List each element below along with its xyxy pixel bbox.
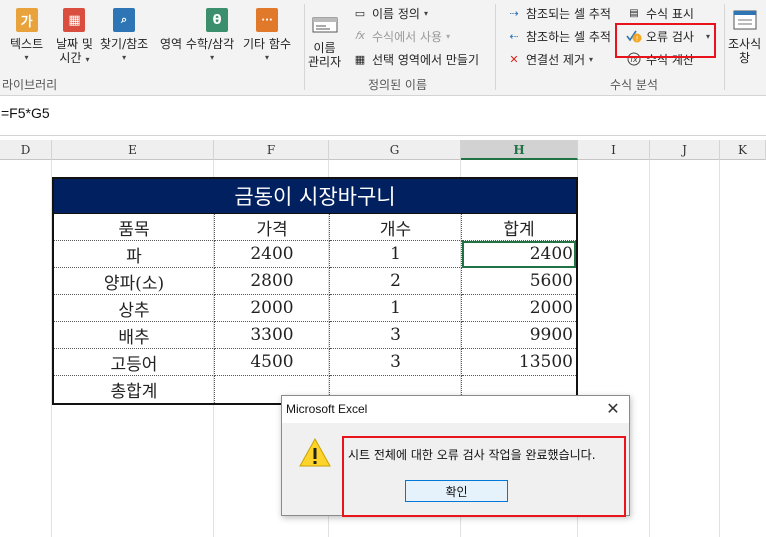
table-row-qty[interactable]: 1 (330, 295, 462, 322)
math-trig-label: 영역 수학/삼각 (160, 37, 235, 51)
table-row-item[interactable]: 고등어 (54, 349, 215, 376)
dialog-highlight (342, 436, 626, 517)
table-row-total[interactable]: 5600 (462, 268, 576, 295)
table-row-price[interactable]: 2800 (215, 268, 330, 295)
defined-names-group-label: 정의된 이름 (368, 78, 428, 92)
header-item[interactable]: 품목 (54, 214, 215, 241)
table-row-qty[interactable]: 1 (330, 241, 462, 268)
table-row-total[interactable]: 13500 (462, 349, 576, 376)
selected-cell-h5[interactable]: 2400 (462, 241, 576, 268)
create-from-selection-button[interactable]: ▦ 선택 영역에서 만들기 (352, 50, 479, 68)
column-header-i[interactable]: I (578, 140, 650, 160)
trace-precedents-button[interactable]: ⇢ 참조되는 셀 추적 (506, 4, 611, 22)
column-header-j[interactable]: J (650, 140, 720, 160)
table-row-qty[interactable]: 2 (330, 268, 462, 295)
table-row-item[interactable]: 배추 (54, 322, 215, 349)
table-row-total[interactable]: 2000 (462, 295, 576, 322)
column-header-g[interactable]: G (329, 140, 461, 160)
table-row-total[interactable]: 9900 (462, 322, 576, 349)
watch-window-icon (730, 8, 760, 32)
table-row-price[interactable]: 2000 (215, 295, 330, 322)
column-header-f[interactable]: F (214, 140, 329, 160)
dropdown-arrow-icon: ▾ (423, 8, 428, 18)
header-price[interactable]: 가격 (215, 214, 330, 241)
watch-window-label: 조사식 (728, 37, 762, 51)
name-manager-label: 이름 (313, 41, 336, 55)
text-functions-label: 텍스트 (10, 37, 44, 51)
group-separator (304, 4, 305, 90)
dropdown-arrow-icon: ▾ (24, 53, 29, 62)
function-library-group-label: 라이브러리 (2, 78, 58, 92)
dropdown-arrow-icon: ▾ (446, 31, 451, 41)
watch-window-button[interactable]: 조사식 창 (728, 8, 761, 65)
name-manager-label-2: 관리자 (308, 55, 342, 69)
gridline (649, 160, 650, 537)
group-separator (495, 4, 496, 90)
theta-icon: θ (206, 8, 229, 32)
text-functions-button[interactable]: 가 텍스트 ▾ (10, 8, 43, 62)
formula-auditing-group-label: 수식 분석 (610, 78, 658, 92)
table-row-price[interactable]: 2400 (215, 241, 330, 268)
magnifier-icon: ⌕ (113, 8, 136, 32)
table-title[interactable]: 금동이 시장바구니 (54, 179, 576, 214)
dropdown-arrow-icon: ▾ (265, 53, 270, 62)
table-row-price[interactable]: 3300 (215, 322, 330, 349)
column-header-k[interactable]: K (720, 140, 766, 160)
calendar-icon: ▦ (63, 8, 86, 32)
use-in-formula-button[interactable]: 𝑓x 수식에서 사용 ▾ (352, 27, 450, 45)
column-header-h[interactable]: H (461, 140, 578, 160)
close-icon[interactable]: ✕ (603, 399, 623, 419)
table-row-item[interactable]: 상추 (54, 295, 215, 322)
date-time-label-2: 시간 ▾ (59, 51, 90, 65)
define-name-button[interactable]: ▭ 이름 정의 ▾ (352, 4, 428, 22)
table-row-qty[interactable]: 3 (330, 322, 462, 349)
column-header-e[interactable]: E (52, 140, 214, 160)
table-row-item[interactable]: 파 (54, 241, 215, 268)
group-separator (724, 4, 725, 90)
show-formulas-button[interactable]: ▤ 수식 표시 (626, 4, 694, 22)
name-manager-icon (310, 12, 340, 36)
more-functions-icon: ··· (256, 8, 278, 32)
warning-icon (298, 437, 332, 469)
text-function-icon: 가 (15, 8, 38, 32)
trace-dependents-icon: ⇠ (509, 29, 519, 43)
formula-bar-divider (0, 135, 766, 136)
error-checking-highlight (615, 23, 716, 58)
fx-icon: 𝑓x (355, 29, 365, 42)
watch-window-label-2: 창 (739, 51, 751, 65)
create-from-selection-icon: ▦ (354, 52, 366, 66)
date-time-functions-button[interactable]: ▦ 날짜 및 시간 ▾ (56, 8, 93, 67)
dropdown-arrow-icon: ▾ (210, 53, 215, 62)
header-total[interactable]: 합계 (462, 214, 576, 241)
table-row-item[interactable]: 양파(소) (54, 268, 215, 295)
table-row-qty[interactable]: 3 (330, 349, 462, 376)
more-functions-label: 기타 함수 (243, 37, 292, 51)
header-qty[interactable]: 개수 (330, 214, 462, 241)
dialog-title: Microsoft Excel (282, 396, 629, 423)
more-functions-button[interactable]: ··· 기타 함수 ▾ (243, 8, 291, 62)
math-trig-button[interactable]: θ 영역 수학/삼각 ▾ (160, 8, 234, 62)
show-formulas-icon: ▤ (629, 7, 639, 19)
table-row-price[interactable]: 4500 (215, 349, 330, 376)
dropdown-arrow-icon: ▾ (589, 54, 594, 64)
column-header-d[interactable]: D (0, 140, 52, 160)
grand-total-label[interactable]: 총합계 (54, 376, 215, 403)
name-manager-button[interactable]: 이름 관리자 (308, 12, 341, 69)
lookup-reference-label: 찾기/참조 (100, 37, 149, 51)
remove-arrows-button[interactable]: ✕ 연결선 제거 ▾ (506, 50, 593, 68)
trace-precedents-icon: ⇢ (509, 6, 519, 20)
gridline (719, 160, 720, 537)
tag-icon: ▭ (354, 6, 366, 20)
trace-dependents-button[interactable]: ⇠ 참조하는 셀 추적 (506, 27, 611, 45)
date-time-label: 날짜 및 (56, 37, 93, 51)
lookup-reference-button[interactable]: ⌕ 찾기/참조 ▾ (100, 8, 148, 62)
column-headers: D E F G H I J K (0, 140, 766, 160)
shopping-table: 금동이 시장바구니 품목 가격 개수 합계 파 2400 1 2400 양파(소… (52, 177, 578, 405)
formula-bar-text[interactable]: =F5*G5 (0, 105, 766, 127)
dropdown-arrow-icon: ▾ (122, 53, 127, 62)
remove-arrows-icon: ✕ (509, 52, 519, 66)
